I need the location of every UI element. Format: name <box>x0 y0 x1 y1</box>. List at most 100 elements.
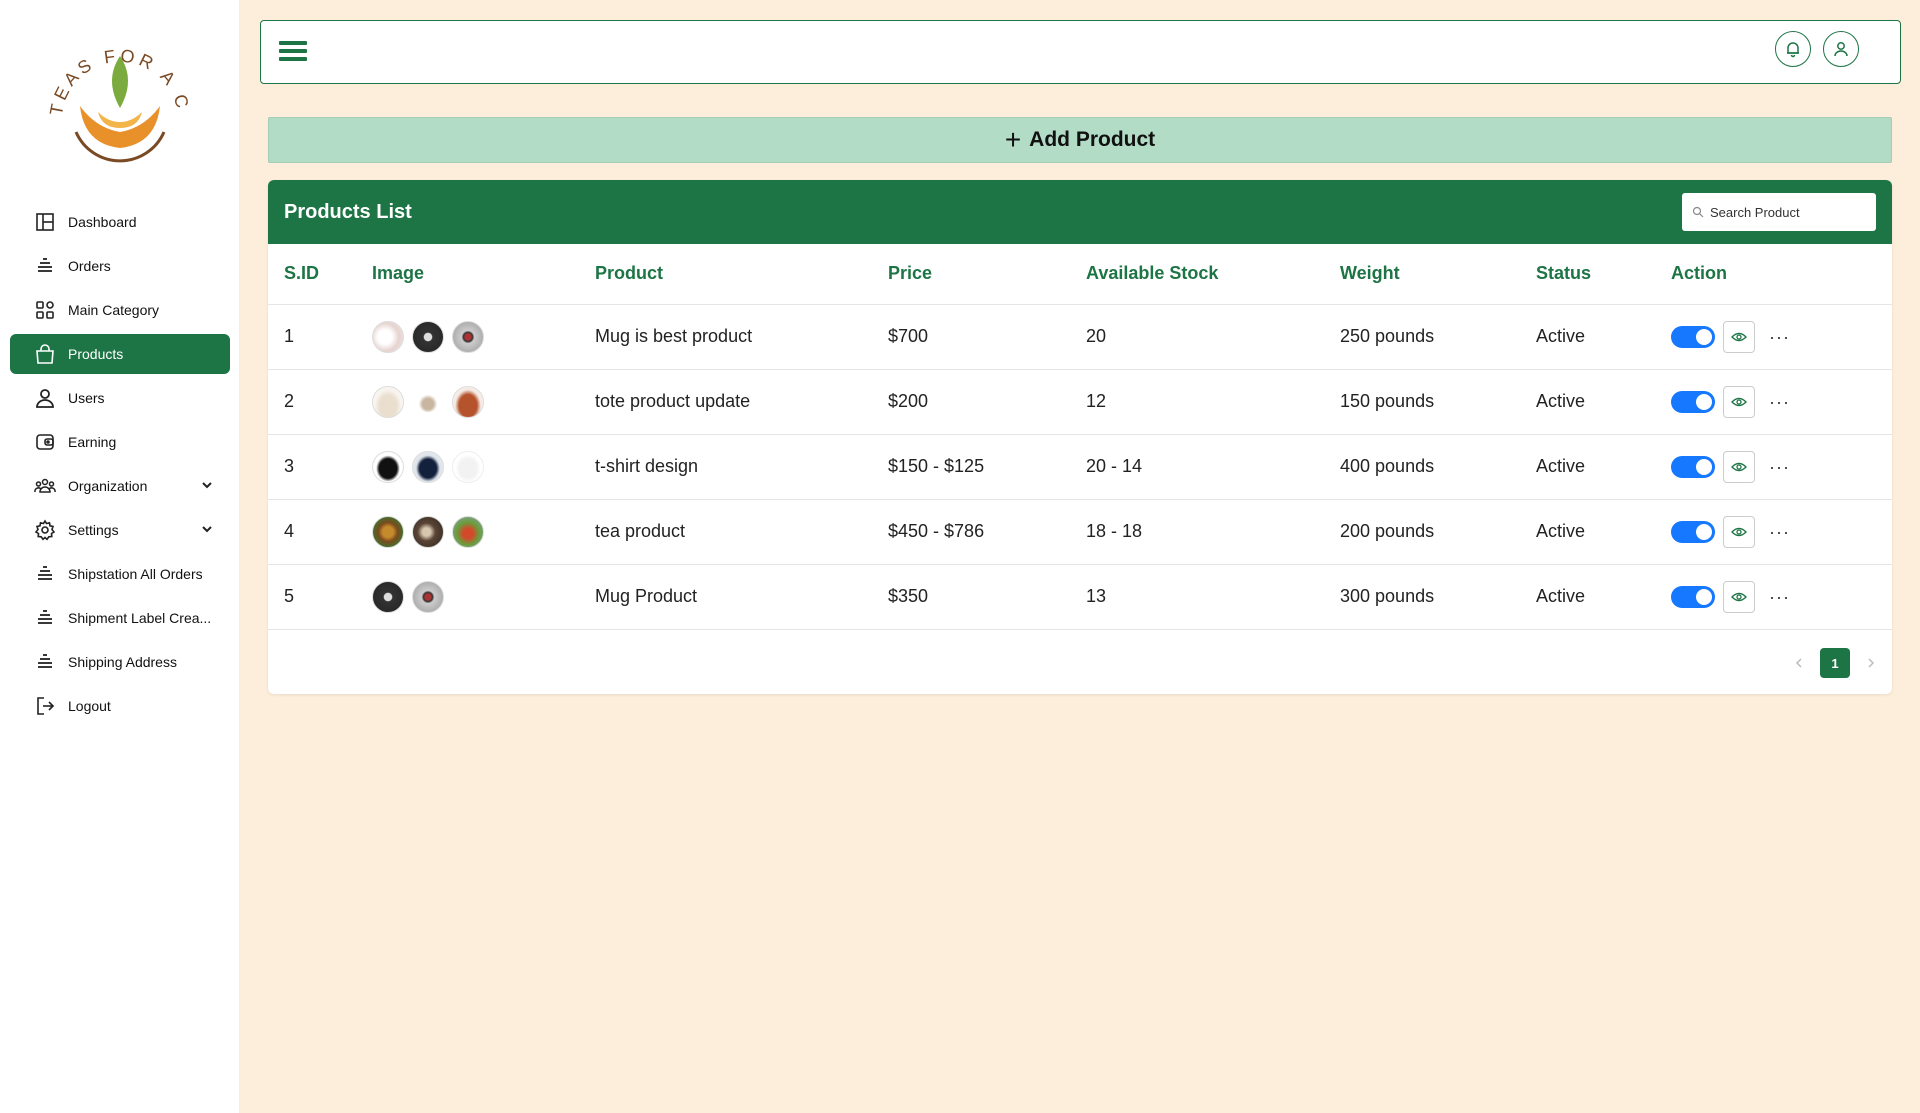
sidebar-item-main-category[interactable]: Main Category <box>10 290 230 330</box>
product-thumbnail[interactable] <box>412 450 444 483</box>
more-options-icon[interactable]: ··· <box>1769 393 1790 411</box>
product-thumbnail[interactable] <box>372 515 404 548</box>
sidebar-item-organization[interactable]: Organization <box>10 466 230 506</box>
more-options-icon[interactable]: ··· <box>1769 458 1790 476</box>
view-button[interactable] <box>1723 320 1755 353</box>
column-header[interactable]: S.ID <box>268 244 372 305</box>
status-toggle[interactable] <box>1671 390 1715 413</box>
product-thumbnail[interactable] <box>412 580 444 613</box>
product-thumbnail[interactable] <box>452 385 484 418</box>
cell-id: 3 <box>268 434 372 500</box>
product-thumbnail[interactable] <box>412 515 444 548</box>
column-header[interactable]: Status <box>1536 244 1671 305</box>
sidebar-item-label: Organization <box>68 478 148 494</box>
more-options-icon[interactable]: ··· <box>1769 328 1790 346</box>
product-thumbnail[interactable] <box>452 450 484 483</box>
column-header[interactable]: Available Stock <box>1086 244 1340 305</box>
wallet-icon <box>34 431 56 453</box>
view-button[interactable] <box>1723 450 1755 483</box>
chevron-right-icon[interactable] <box>1864 656 1878 670</box>
status-toggle[interactable] <box>1671 325 1715 348</box>
list-icon <box>34 607 56 629</box>
view-button[interactable] <box>1723 580 1755 613</box>
cell-stock: 20 - 14 <box>1086 434 1340 500</box>
view-button[interactable] <box>1723 385 1755 418</box>
product-thumbnail[interactable] <box>372 320 404 353</box>
cell-images <box>372 564 595 630</box>
table-row[interactable]: 4 tea product $450 - $786 18 - 18 200 po… <box>268 499 1892 565</box>
search-box[interactable] <box>1682 193 1876 231</box>
sidebar-item-label: Main Category <box>68 302 160 318</box>
chevron-down-icon[interactable] <box>200 522 214 536</box>
sidebar-item-shipment-label-creation[interactable]: Shipment Label Crea... <box>10 598 230 638</box>
cell-stock: 12 <box>1086 369 1340 435</box>
notification-button[interactable] <box>1775 31 1811 67</box>
eye-icon <box>1731 462 1747 471</box>
products-panel: Products List S.ID Image Product Price A… <box>268 180 1892 694</box>
hamburger-icon[interactable] <box>279 41 307 65</box>
sidebar-item-label: Earning <box>68 434 117 450</box>
cell-actions: ··· <box>1671 434 1892 500</box>
sidebar-item-shipstation-all-orders[interactable]: Shipstation All Orders <box>10 554 230 594</box>
sidebar: TEAS FOR A CAUSE Dashboard Orders Main C… <box>0 0 240 1113</box>
cell-images <box>372 499 595 565</box>
user-icon <box>1834 42 1848 57</box>
sidebar-item-orders[interactable]: Orders <box>10 246 230 286</box>
dashboard-icon <box>34 211 56 233</box>
column-header[interactable]: Weight <box>1340 244 1536 305</box>
user-icon <box>34 387 56 409</box>
category-grid-icon <box>34 299 56 321</box>
view-button[interactable] <box>1723 515 1755 548</box>
product-thumbnail[interactable] <box>418 391 438 412</box>
products-table: S.ID Image Product Price Available Stock… <box>268 244 1892 630</box>
status-toggle[interactable] <box>1671 455 1715 478</box>
product-thumbnail[interactable] <box>452 515 484 548</box>
sidebar-item-label: Shipstation All Orders <box>68 566 203 582</box>
sidebar-item-shipping-address[interactable]: Shipping Address <box>10 642 230 682</box>
cell-product: Mug is best product <box>595 304 888 370</box>
cell-weight: 400 pounds <box>1340 434 1536 500</box>
cell-product: t-shirt design <box>595 434 888 500</box>
table-row[interactable]: 3 t-shirt design $150 - $125 20 - 14 400… <box>268 434 1892 500</box>
cell-stock: 18 - 18 <box>1086 499 1340 565</box>
eye-icon <box>1731 332 1747 341</box>
sidebar-nav: Dashboard Orders Main Category Products … <box>10 202 230 730</box>
table-row[interactable]: 5 Mug Product $350 13 300 pounds Active <box>268 564 1892 630</box>
table-row[interactable]: 2 tote product update $200 12 150 pounds… <box>268 369 1892 435</box>
sidebar-item-products[interactable]: Products <box>10 334 230 374</box>
search-input[interactable] <box>1710 204 1870 220</box>
cell-price: $700 <box>888 304 1086 370</box>
cell-actions: ··· <box>1671 499 1892 565</box>
column-header[interactable]: Image <box>372 244 595 305</box>
teas-for-a-cause-logo: TEAS FOR A CAUSE <box>32 8 190 163</box>
cell-id: 4 <box>268 499 372 565</box>
table-row[interactable]: 1 Mug is best product $700 20 250 pounds… <box>268 304 1892 370</box>
page-number[interactable]: 1 <box>1820 648 1850 678</box>
status-toggle[interactable] <box>1671 520 1715 543</box>
cell-actions: ··· <box>1671 304 1892 370</box>
sidebar-item-label: Users <box>68 390 105 406</box>
product-thumbnail[interactable] <box>372 450 404 483</box>
cell-weight: 150 pounds <box>1340 369 1536 435</box>
column-header[interactable]: Action <box>1671 244 1892 305</box>
sidebar-item-earning[interactable]: Earning <box>10 422 230 462</box>
add-product-button[interactable]: + Add Product <box>268 117 1892 163</box>
sidebar-item-dashboard[interactable]: Dashboard <box>10 202 230 242</box>
product-thumbnail[interactable] <box>372 580 404 613</box>
status-toggle[interactable] <box>1671 585 1715 608</box>
brand-logo[interactable]: TEAS FOR A CAUSE <box>32 8 200 184</box>
product-thumbnail[interactable] <box>412 320 444 353</box>
sidebar-item-settings[interactable]: Settings <box>10 510 230 550</box>
column-header[interactable]: Price <box>888 244 1086 305</box>
column-header[interactable]: Product <box>595 244 888 305</box>
sidebar-item-logout[interactable]: Logout <box>10 686 230 726</box>
profile-button[interactable] <box>1823 31 1859 67</box>
chevron-left-icon[interactable] <box>1792 656 1806 670</box>
chevron-down-icon[interactable] <box>200 478 214 492</box>
cell-price: $200 <box>888 369 1086 435</box>
sidebar-item-users[interactable]: Users <box>10 378 230 418</box>
more-options-icon[interactable]: ··· <box>1769 588 1790 606</box>
product-thumbnail[interactable] <box>452 320 484 353</box>
more-options-icon[interactable]: ··· <box>1769 523 1790 541</box>
product-thumbnail[interactable] <box>372 385 404 418</box>
